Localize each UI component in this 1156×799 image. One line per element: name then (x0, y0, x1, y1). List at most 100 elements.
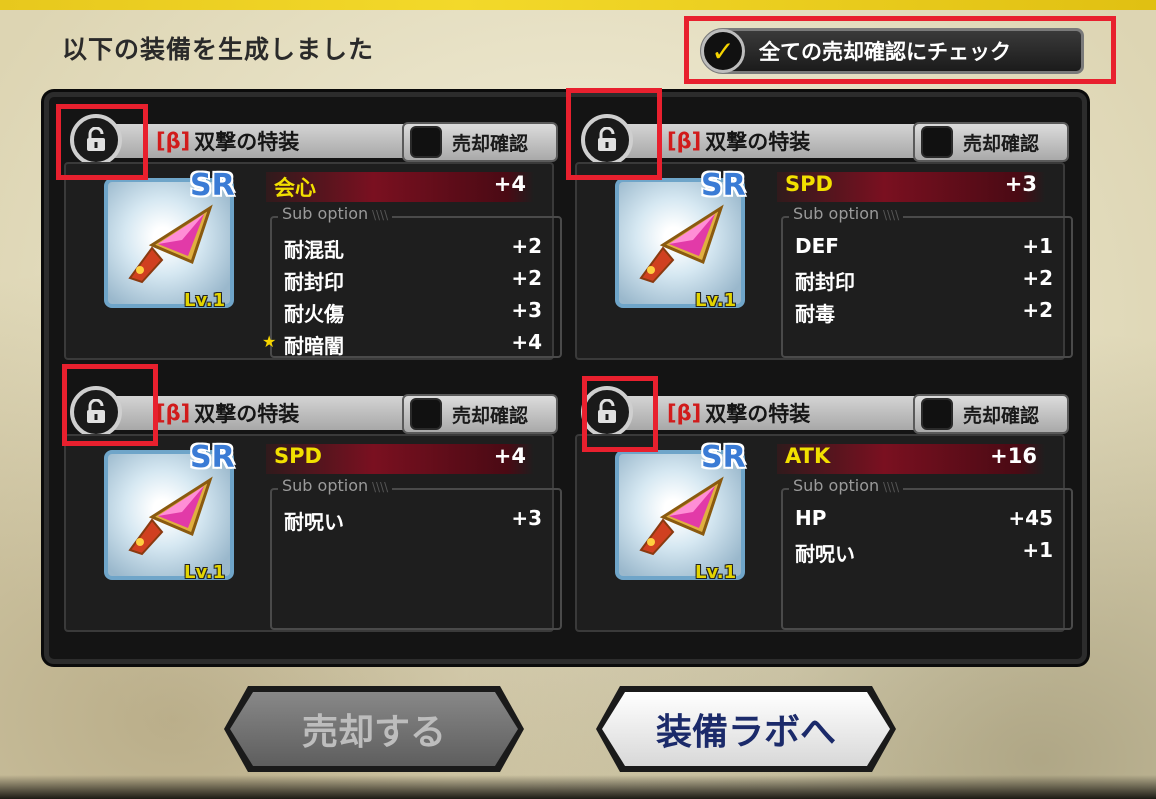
sub-option-value: +45 (1008, 506, 1053, 530)
card-header: [β] 双撃の特装 売却確認 (64, 112, 558, 166)
sub-option-name: 耐暗闇 (284, 334, 344, 358)
unlock-icon[interactable] (70, 386, 122, 438)
page-title: 以下の装備を生成しました (62, 35, 375, 64)
sub-option-row: 耐封印 +2 (795, 266, 1053, 296)
level-label: Lv.1 (184, 290, 226, 311)
unlock-icon[interactable] (581, 386, 633, 438)
item-name: 双撃の特装 (705, 130, 811, 154)
checkbox-icon (921, 398, 953, 430)
sub-option-name: 耐火傷 (284, 302, 344, 326)
level-label: Lv.1 (184, 562, 226, 583)
main-stat: 会心 +4 (266, 172, 534, 202)
equipment-lab-button[interactable]: 装備ラボへ (596, 686, 896, 772)
sub-option-value: +2 (1022, 298, 1053, 322)
sub-option-row: 耐毒 +2 (795, 298, 1053, 328)
card-body: SR Lv.1 ATK +16 Sub option HP +45 耐呪い +1 (575, 434, 1073, 632)
check-all-label: 全ての売却確認にチェック (759, 40, 1011, 64)
checkbox-icon (410, 398, 442, 430)
main-stat-name: ATK (785, 444, 831, 468)
sub-option-title: Sub option (789, 476, 904, 495)
equipment-lab-label: 装備ラボへ (602, 692, 890, 766)
beta-tag: [β] (156, 401, 191, 425)
star-icon: ★ (262, 332, 277, 351)
sub-option-row: DEF +1 (795, 234, 1053, 264)
main-stat-value: +3 (1004, 172, 1037, 196)
sell-confirm-label: 売却確認 (963, 404, 1040, 427)
sub-option-value: +4 (511, 330, 542, 354)
equipment-card: [β]双撃の特装 売却確認 SR Lv.1 ATK +16 Sub option HP +45 耐… (575, 384, 1073, 639)
sell-confirm-label: 売却確認 (452, 132, 529, 155)
rarity-badge: SR (190, 168, 235, 203)
card-body: SR Lv.1 SPD +3 Sub option DEF +1 耐封印 +2 耐毒 +2 (575, 162, 1073, 360)
sub-option-name: 耐封印 (284, 270, 344, 294)
card-header: [β] 双撃の特装 売却確認 (575, 384, 1069, 438)
sub-option-row: 耐混乱 +2 (284, 234, 542, 264)
unlock-icon[interactable] (581, 114, 633, 166)
rarity-badge: SR (701, 440, 746, 475)
equipment-card: [β]双撃の特装 売却確認 SR Lv.1 SPD +3 Sub option DEF +1 耐封… (575, 112, 1073, 367)
main-stat: SPD +3 (777, 172, 1045, 202)
sub-option-row: 耐呪い +3 (284, 506, 542, 536)
card-header: [β] 双撃の特装 売却確認 (64, 384, 558, 438)
item-name: 双撃の特装 (194, 130, 300, 154)
main-stat: SPD +4 (266, 444, 534, 474)
sub-option-row: 耐火傷 +3 (284, 298, 542, 328)
item-name: 双撃の特装 (194, 402, 300, 426)
sub-option-value: +3 (511, 298, 542, 322)
unlock-icon[interactable] (70, 114, 122, 166)
level-label: Lv.1 (695, 562, 737, 583)
main-stat-value: +4 (493, 172, 526, 196)
sub-option-row: 耐封印 +2 (284, 266, 542, 296)
sub-option-value: +3 (511, 506, 542, 530)
sub-option-row: 耐呪い +1 (795, 538, 1053, 568)
sell-button-label: 売却する (230, 692, 518, 766)
checkmark-icon: ✓ (701, 29, 745, 73)
main-stat-value: +4 (493, 444, 526, 468)
equipment-card: [β]双撃の特装売却確認SRLv.1会心+4Sub option耐混乱+2耐封印… (64, 112, 562, 367)
beta-tag: [β] (667, 129, 702, 153)
card-body: SR Lv.1 会心 +4 Sub option 耐混乱 +2 耐封印 +2 耐火傷 +3 ★ 耐暗闇 +… (64, 162, 562, 360)
sub-option-row: ★ 耐暗闇 +4 (262, 330, 542, 360)
sub-option-title: Sub option (278, 476, 393, 495)
item-name-bar: [β] 双撃の特装 (94, 396, 414, 430)
sub-option-name: HP (795, 506, 827, 530)
sell-button[interactable]: 売却する (224, 686, 524, 772)
sub-option-value: +2 (511, 234, 542, 258)
sub-option-title: Sub option (789, 204, 904, 223)
main-stat-name: 会心 (274, 176, 316, 200)
sub-option-title: Sub option (278, 204, 393, 223)
sell-confirm-checkbox[interactable]: 売却確認 (402, 394, 558, 434)
sub-option-value: +1 (1022, 538, 1053, 562)
sub-option-row: HP +45 (795, 506, 1053, 536)
main-stat-value: +16 (990, 444, 1037, 468)
item-name-bar: [β] 双撃の特装 (605, 124, 925, 158)
sell-confirm-label: 売却確認 (452, 404, 529, 427)
sub-option-value: +1 (1022, 234, 1053, 258)
rarity-badge: SR (190, 440, 235, 475)
beta-tag: [β] (667, 401, 702, 425)
card-body: SR Lv.1 SPD +4 Sub option 耐呪い +3 (64, 434, 562, 632)
item-name-bar: [β] 双撃の特装 (605, 396, 925, 430)
beta-tag: [β] (156, 129, 191, 153)
checkbox-icon (410, 126, 442, 158)
sub-option-name: 耐混乱 (284, 238, 344, 262)
item-name: 双撃の特装 (705, 402, 811, 426)
sell-confirm-label: 売却確認 (963, 132, 1040, 155)
sell-confirm-checkbox[interactable]: 売却確認 (913, 394, 1069, 434)
sell-confirm-checkbox[interactable]: 売却確認 (402, 122, 558, 162)
sub-option-name: 耐呪い (795, 542, 855, 566)
checkbox-icon (921, 126, 953, 158)
equipment-card: [β]双撃の特装 売却確認 SR Lv.1 SPD +4 Sub option 耐呪い +3 (64, 384, 562, 639)
main-stat-name: SPD (274, 444, 322, 468)
sub-option-value: +2 (1022, 266, 1053, 290)
sub-option-value: +2 (511, 266, 542, 290)
level-label: Lv.1 (695, 290, 737, 311)
sell-confirm-checkbox[interactable]: 売却確認 (913, 122, 1069, 162)
rarity-badge: SR (701, 168, 746, 203)
check-all-sell-button[interactable]: ✓ 全ての売却確認にチェック (700, 28, 1084, 74)
sub-option-name: 耐呪い (284, 510, 344, 534)
main-stat-name: SPD (785, 172, 833, 196)
item-name-bar: [β] 双撃の特装 (94, 124, 414, 158)
main-stat: ATK +16 (777, 444, 1045, 474)
sub-option-name: 耐毒 (795, 302, 835, 326)
